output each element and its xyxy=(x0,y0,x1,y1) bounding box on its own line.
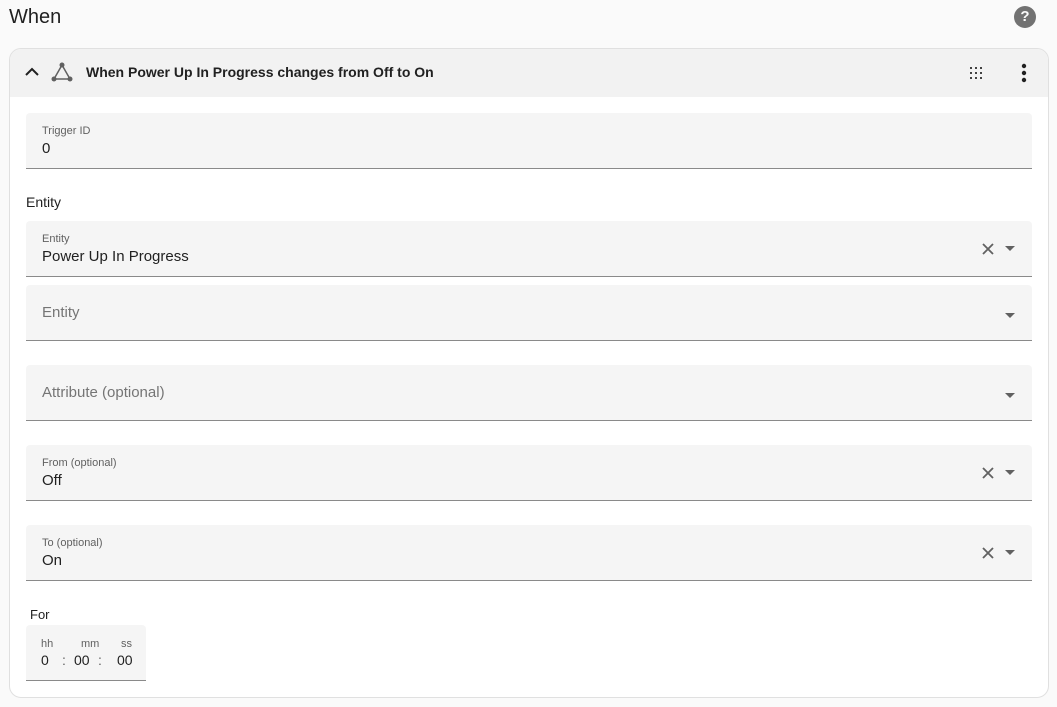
state-graph-icon xyxy=(51,62,73,82)
hours-input[interactable]: 0 xyxy=(41,652,49,668)
help-icon[interactable]: ? xyxy=(1014,6,1036,28)
seconds-unit: ss xyxy=(121,638,132,650)
to-value: On xyxy=(42,552,63,569)
close-icon[interactable] xyxy=(981,242,995,256)
trigger-id-label: Trigger ID xyxy=(42,125,91,137)
from-state-picker[interactable]: From (optional) Off xyxy=(26,445,1032,501)
time-separator: : xyxy=(98,652,102,668)
menu-down-icon[interactable] xyxy=(1005,470,1015,475)
chevron-up-icon[interactable] xyxy=(22,62,42,82)
entity-heading: Entity xyxy=(26,194,62,210)
automation-editor: When ? When Power Up In Progress changes… xyxy=(0,0,1057,707)
minutes-input[interactable]: 00 xyxy=(74,652,90,668)
dots-vertical-icon[interactable] xyxy=(1014,61,1034,85)
close-icon[interactable] xyxy=(981,466,995,480)
trigger-id-value: 0 xyxy=(42,140,51,157)
to-label: To (optional) xyxy=(42,537,103,549)
entity-label: Entity xyxy=(42,233,70,245)
trigger-title: When Power Up In Progress changes from O… xyxy=(86,64,434,80)
entity-placeholder: Entity xyxy=(42,304,80,321)
minutes-unit: mm xyxy=(81,638,100,650)
duration-input: hh 0 : mm 00 : ss 00 xyxy=(26,625,146,681)
close-icon[interactable] xyxy=(981,546,995,560)
entity-picker-empty[interactable]: Entity xyxy=(26,285,1032,341)
menu-down-icon[interactable] xyxy=(1005,246,1015,251)
from-value: Off xyxy=(42,472,62,489)
menu-down-icon[interactable] xyxy=(1005,313,1015,318)
entity-picker[interactable]: Entity Power Up In Progress xyxy=(26,221,1032,277)
section-title: When xyxy=(9,6,62,28)
to-state-picker[interactable]: To (optional) On xyxy=(26,525,1032,581)
attribute-picker[interactable]: Attribute (optional) xyxy=(26,365,1032,421)
from-label: From (optional) xyxy=(42,457,117,469)
drag-handle-icon[interactable] xyxy=(966,63,986,83)
trigger-card-header[interactable]: When Power Up In Progress changes from O… xyxy=(10,49,1048,97)
entity-value: Power Up In Progress xyxy=(42,248,189,265)
seconds-input[interactable]: 00 xyxy=(117,652,133,668)
trigger-card: When Power Up In Progress changes from O… xyxy=(9,48,1049,698)
for-heading: For xyxy=(30,607,50,622)
time-separator: : xyxy=(62,652,66,668)
attribute-placeholder: Attribute (optional) xyxy=(42,384,165,401)
trigger-id-field[interactable]: Trigger ID 0 xyxy=(26,113,1032,169)
hours-unit: hh xyxy=(41,638,54,650)
menu-down-icon[interactable] xyxy=(1005,550,1015,555)
menu-down-icon[interactable] xyxy=(1005,393,1015,398)
